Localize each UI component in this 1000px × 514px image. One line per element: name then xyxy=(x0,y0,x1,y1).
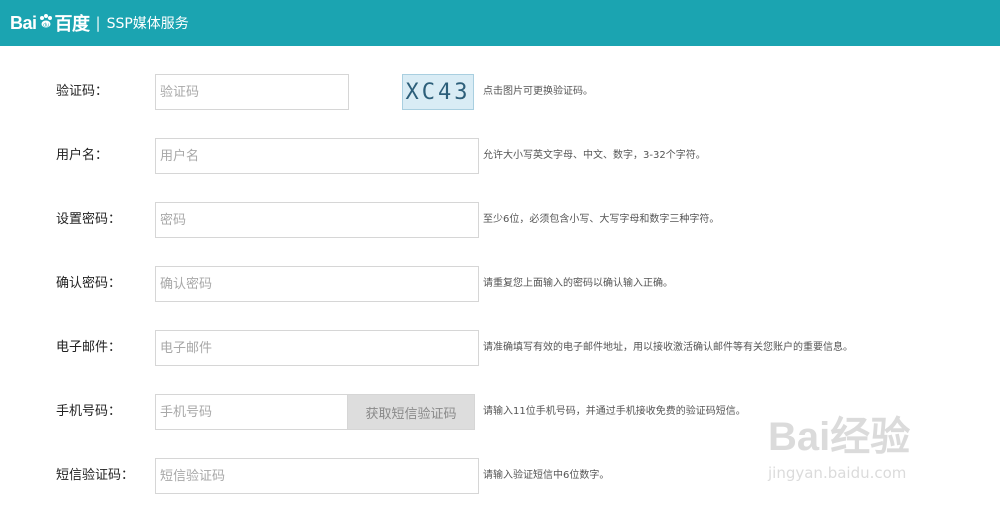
paw-icon: du xyxy=(38,13,54,33)
password-row: 设置密码： 至少6位，必须包含小写、大写字母和数字三种字符。 xyxy=(0,202,1000,238)
logo-text-right: 百度 xyxy=(54,14,91,34)
phone-hint: 请输入11位手机号码，并通过手机接收免费的验证码短信。 xyxy=(483,406,746,417)
captcha-input[interactable] xyxy=(155,74,349,110)
top-header-bar: Bai du 百度 | SSP媒体服务 xyxy=(0,0,1000,46)
svg-text:du: du xyxy=(43,23,49,29)
captcha-label: 验证码： xyxy=(56,84,109,99)
sms-code-label: 短信验证码： xyxy=(56,468,135,483)
phone-label: 手机号码： xyxy=(56,404,122,419)
confirm-password-hint: 请重复您上面输入的密码以确认输入正确。 xyxy=(483,278,673,289)
email-hint: 请准确填写有效的电子邮件地址，用以接收激活确认邮件等有关您账户的重要信息。 xyxy=(483,342,853,353)
password-input[interactable] xyxy=(155,202,479,238)
username-input[interactable] xyxy=(155,138,479,174)
confirm-password-row: 确认密码： 请重复您上面输入的密码以确认输入正确。 xyxy=(0,266,1000,302)
username-hint: 允许大小写英文字母、中文、数字，3-32个字符。 xyxy=(483,150,706,161)
username-label: 用户名： xyxy=(56,148,109,163)
captcha-row: 验证码： XC43 点击图片可更换验证码。 xyxy=(0,74,1000,110)
email-input[interactable] xyxy=(155,330,479,366)
phone-input[interactable] xyxy=(155,394,349,430)
header-title: SSP媒体服务 xyxy=(106,16,189,32)
confirm-password-input[interactable] xyxy=(155,266,479,302)
email-label: 电子邮件： xyxy=(56,340,122,355)
logo-text-left: Bai xyxy=(10,12,37,33)
password-label: 设置密码： xyxy=(56,212,122,227)
password-hint: 至少6位，必须包含小写、大写字母和数字三种字符。 xyxy=(483,214,720,225)
sms-code-row: 短信验证码： 请输入验证短信中6位数字。 xyxy=(0,458,1000,494)
phone-row: 手机号码： 获取短信验证码 请输入11位手机号码，并通过手机接收免费的验证码短信… xyxy=(0,394,1000,430)
username-row: 用户名： 允许大小写英文字母、中文、数字，3-32个字符。 xyxy=(0,138,1000,174)
sms-code-input[interactable] xyxy=(155,458,479,494)
captcha-image[interactable]: XC43 xyxy=(402,74,474,110)
baidu-logo[interactable]: Bai du 百度 xyxy=(10,0,90,46)
sms-code-hint: 请输入验证短信中6位数字。 xyxy=(483,470,610,481)
email-row: 电子邮件： 请准确填写有效的电子邮件地址，用以接收激活确认邮件等有关您账户的重要… xyxy=(0,330,1000,366)
confirm-password-label: 确认密码： xyxy=(56,276,122,291)
get-sms-code-button[interactable]: 获取短信验证码 xyxy=(347,394,475,430)
captcha-hint: 点击图片可更换验证码。 xyxy=(483,86,593,97)
header-separator: | xyxy=(95,14,101,32)
